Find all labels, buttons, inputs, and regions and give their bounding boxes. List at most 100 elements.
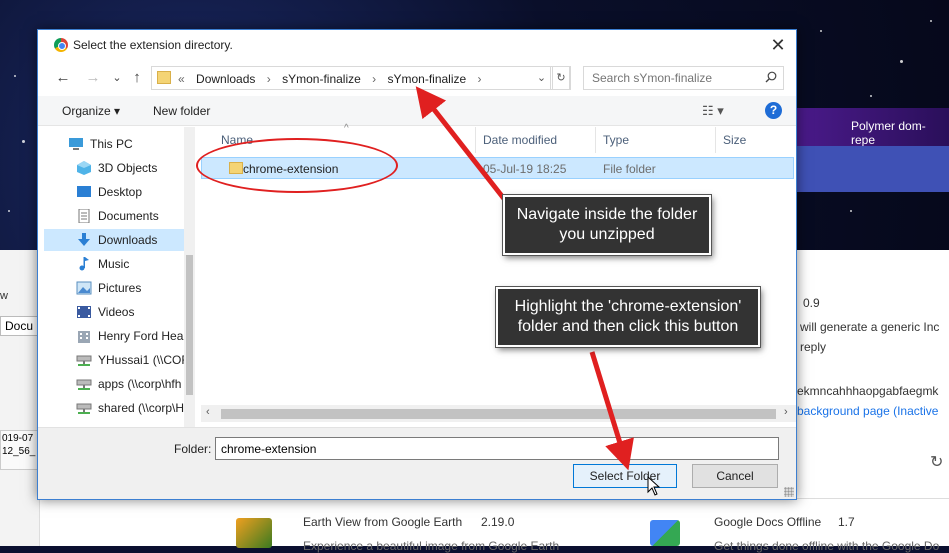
cube-icon xyxy=(77,161,91,175)
callout-highlight: Highlight the 'chrome-extension' folder … xyxy=(496,287,760,347)
select-folder-button[interactable]: Select Folder xyxy=(573,464,677,488)
nav-item-network-drive[interactable]: YHussai1 (\\COF xyxy=(44,349,184,371)
nav-item-henry-ford[interactable]: Henry Ford Heal xyxy=(44,325,184,347)
nav-item-this-pc[interactable]: This PC xyxy=(44,133,184,155)
nav-item-pictures[interactable]: Pictures xyxy=(44,277,184,299)
nav-item-downloads[interactable]: Downloads xyxy=(44,229,184,251)
download-arrow-icon xyxy=(78,233,90,246)
search-box[interactable] xyxy=(583,66,784,90)
dialog-toolbar: Organize ▾ New folder ☷ ▾ ? xyxy=(38,96,796,126)
organize-menu[interactable]: Organize ▾ xyxy=(62,104,120,118)
search-icon[interactable] xyxy=(765,71,777,83)
chrome-icon xyxy=(54,38,68,52)
highlight-oval xyxy=(196,138,398,193)
column-divider[interactable] xyxy=(475,127,476,153)
column-header-size[interactable]: Size xyxy=(723,133,746,147)
nav-item-label: Videos xyxy=(98,305,135,319)
breadcrumb: « Downloads › sYmon-finalize › sYmon-fin… xyxy=(178,72,490,86)
back-arrow-icon[interactable]: ← xyxy=(53,69,73,87)
background-thumbnail: 019-07 12_56_ xyxy=(0,430,38,470)
nav-item-music[interactable]: Music xyxy=(44,253,184,275)
address-bar[interactable]: « Downloads › sYmon-finalize › sYmon-fin… xyxy=(151,66,571,90)
nav-item-label: apps (\\corp\hfh xyxy=(98,377,182,391)
network-drive-icon xyxy=(76,355,92,366)
close-icon[interactable]: ✕ xyxy=(768,35,788,55)
help-icon[interactable]: ? xyxy=(765,102,782,119)
building-icon xyxy=(78,331,90,343)
polymer-extension-banner: Polymer dom-repe xyxy=(796,108,949,147)
view-options-icon[interactable]: ☷ ▾ xyxy=(702,103,724,119)
column-divider[interactable] xyxy=(715,127,716,153)
mouse-pointer-icon xyxy=(647,476,661,496)
address-dropdown-icon[interactable]: ⌄ xyxy=(533,66,551,90)
recent-locations-chevron-icon[interactable]: ⌄ xyxy=(107,69,127,87)
column-header-date[interactable]: Date modified xyxy=(483,133,557,147)
nav-item-videos[interactable]: Videos xyxy=(44,301,184,323)
extension-description: Get things done offline with the Google … xyxy=(714,539,940,553)
dialog-titlebar[interactable]: Select the extension directory. ✕ xyxy=(38,30,796,60)
breadcrumb-item[interactable]: sYmon-finalize xyxy=(387,72,466,86)
column-header-type[interactable]: Type xyxy=(603,133,629,147)
breadcrumb-chevron-icon[interactable]: › xyxy=(372,72,376,86)
cancel-button[interactable]: Cancel xyxy=(692,464,778,488)
select-folder-dialog: Select the extension directory. ✕ ← → ⌄ … xyxy=(37,29,797,500)
horizontal-scrollbar[interactable]: ‹ › xyxy=(201,405,796,422)
nav-item-label: YHussai1 (\\COF xyxy=(98,353,184,367)
extension-description: Experience a beautiful image from Google… xyxy=(303,539,560,553)
desktop-icon xyxy=(77,186,91,197)
background-page-link[interactable]: background page (Inactive xyxy=(797,404,938,418)
google-docs-icon xyxy=(650,520,680,546)
pc-icon xyxy=(69,138,83,150)
folder-label: Folder: xyxy=(174,442,212,456)
extension-card xyxy=(796,250,949,480)
nav-item-network-drive[interactable]: apps (\\corp\hfh xyxy=(44,373,184,395)
breadcrumb-overflow[interactable]: « xyxy=(178,72,185,86)
nav-item-label: Music xyxy=(98,257,130,271)
network-drive-icon xyxy=(76,379,92,390)
scroll-left-icon[interactable]: ‹ xyxy=(206,406,210,418)
nav-item-documents[interactable]: Documents xyxy=(44,205,184,227)
address-row: ← → ⌄ ↑ « Downloads › sYmon-finalize › s… xyxy=(38,60,796,96)
earth-view-icon xyxy=(236,518,272,548)
nav-scrollbar-thumb[interactable] xyxy=(186,255,193,395)
forward-arrow-icon[interactable]: → xyxy=(83,69,103,87)
nav-item-label: Pictures xyxy=(98,281,142,295)
nav-item-label: This PC xyxy=(90,137,133,151)
nav-item-label: Desktop xyxy=(98,185,143,199)
breadcrumb-chevron-icon[interactable]: › xyxy=(267,72,271,86)
navigation-pane: This PC 3D Objects Desktop Documents Dow… xyxy=(44,127,201,427)
reload-icon[interactable]: ↻ xyxy=(930,452,943,472)
dialog-title: Select the extension directory. xyxy=(73,38,233,52)
file-date: 05-Jul-19 18:25 xyxy=(483,162,567,176)
extension-version: 0.9 xyxy=(803,296,820,310)
extension-id: ekmncahhhaopgabfaegmk xyxy=(797,384,939,398)
extension-title: Earth View from Google Earth xyxy=(303,515,463,529)
refresh-icon[interactable]: ↻ xyxy=(552,66,570,90)
nav-item-label: shared (\\corp\H xyxy=(98,401,184,415)
extension-description: will generate a generic Inc xyxy=(800,320,940,334)
nav-item-network-drive[interactable]: shared (\\corp\H xyxy=(44,397,184,419)
new-folder-button[interactable]: New folder xyxy=(153,104,210,118)
callout-navigate: Navigate inside the folder you unzipped xyxy=(503,195,711,255)
nav-item-desktop[interactable]: Desktop xyxy=(44,181,184,203)
nav-item-3d-objects[interactable]: 3D Objects xyxy=(44,157,184,179)
search-input[interactable] xyxy=(584,67,759,89)
resize-grip[interactable] xyxy=(784,487,794,497)
horizontal-scrollbar-thumb[interactable] xyxy=(221,409,776,419)
column-divider[interactable] xyxy=(595,127,596,153)
extension-version: 1.7 xyxy=(838,515,855,529)
up-arrow-icon[interactable]: ↑ xyxy=(127,69,147,87)
network-drive-icon xyxy=(76,403,92,414)
music-note-icon xyxy=(79,257,89,271)
nav-item-label: Documents xyxy=(98,209,159,223)
breadcrumb-item[interactable]: Downloads xyxy=(196,72,255,86)
breadcrumb-item[interactable]: sYmon-finalize xyxy=(282,72,361,86)
breadcrumb-chevron-icon[interactable]: › xyxy=(478,72,482,86)
scroll-right-icon[interactable]: › xyxy=(784,406,788,418)
sort-up-icon: ^ xyxy=(344,123,349,134)
file-type: File folder xyxy=(603,162,656,176)
dialog-footer: Folder: Select Folder Cancel xyxy=(38,427,796,499)
background-text: w xyxy=(0,290,8,302)
pictures-icon xyxy=(76,281,92,295)
folder-field[interactable] xyxy=(215,437,779,460)
